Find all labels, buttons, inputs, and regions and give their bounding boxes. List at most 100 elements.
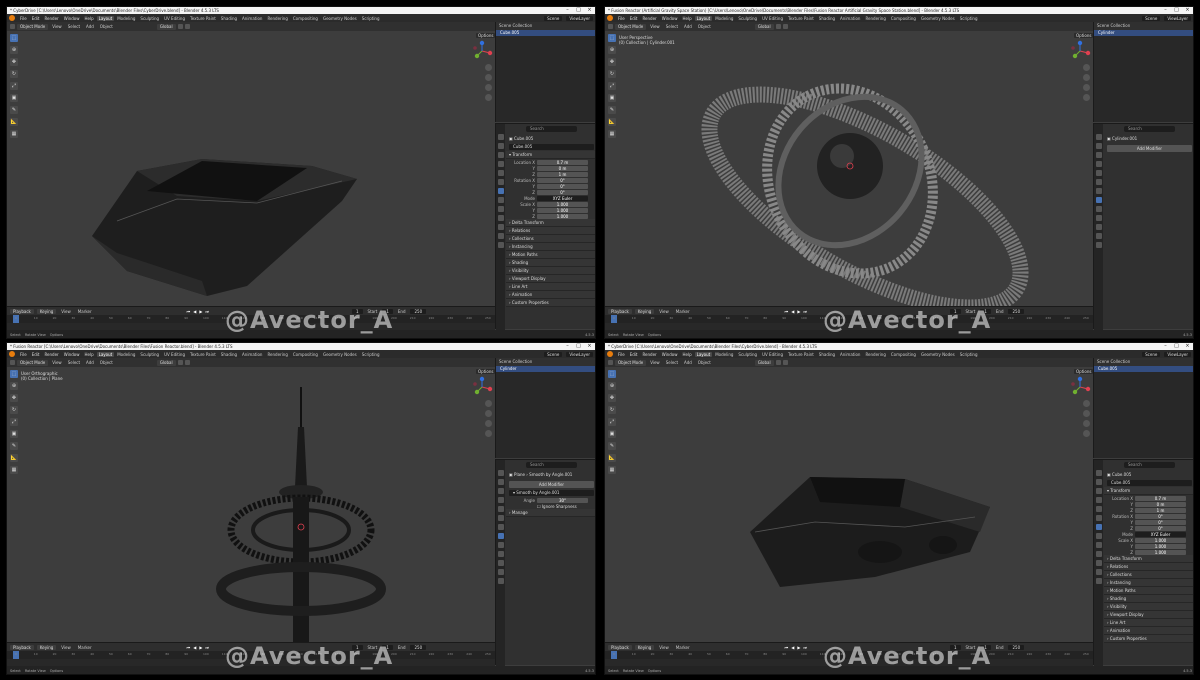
close-icon[interactable]: × (1182, 7, 1193, 14)
pan-icon[interactable] (485, 74, 492, 81)
workspace-tab[interactable]: Animation (240, 352, 264, 357)
scale-y-field[interactable]: 1.000 (537, 207, 588, 213)
play-icon[interactable]: ▶ (797, 645, 800, 650)
object-name-field[interactable]: Cube.005 (1107, 480, 1192, 486)
workspace-tab[interactable]: Animation (838, 352, 862, 357)
pan-icon[interactable] (485, 410, 492, 417)
blender-logo-icon[interactable] (9, 15, 15, 21)
minimize-icon[interactable]: – (1160, 7, 1171, 14)
play-reverse-icon[interactable]: ◀ (791, 309, 794, 314)
maximize-icon[interactable]: □ (1171, 343, 1182, 350)
add-cube-icon[interactable]: ▦ (608, 130, 616, 138)
scale-z-field[interactable]: 1.000 (1135, 549, 1186, 555)
menu-edit[interactable]: Edit (30, 16, 42, 21)
transform-icon[interactable]: ▣ (608, 430, 616, 438)
section-transform[interactable]: ▾ Transform (506, 151, 595, 159)
minimize-icon[interactable]: – (562, 343, 573, 350)
render-tab-icon[interactable] (1095, 479, 1102, 485)
workspace-tab[interactable]: Texture Paint (188, 352, 218, 357)
add-modifier-button[interactable]: Add Modifier (1107, 145, 1192, 152)
rotation-mode-dropdown[interactable]: XYZ Euler (1135, 531, 1186, 537)
section-animation[interactable]: › Animation (506, 291, 595, 299)
timeline-marker-menu[interactable]: Marker (76, 309, 94, 314)
tool-tab-icon[interactable] (1095, 470, 1102, 476)
3d-viewport[interactable] (605, 367, 1093, 642)
workspace-tab[interactable]: Geometry Nodes (919, 352, 957, 357)
keying-menu[interactable]: Keying (634, 308, 655, 314)
playback-menu[interactable]: Playback (10, 644, 34, 650)
workspace-tab[interactable]: Sculpting (736, 16, 759, 21)
workspace-tab[interactable]: Rendering (265, 16, 289, 21)
menu-edit[interactable]: Edit (30, 352, 42, 357)
annotate-icon[interactable]: ✎ (10, 106, 18, 114)
tool-tab-icon[interactable] (497, 134, 504, 140)
render-tab-icon[interactable] (1095, 143, 1102, 149)
workspace-tab[interactable]: Compositing (889, 352, 918, 357)
editor-type-icon[interactable] (10, 360, 15, 365)
section-visibility[interactable]: › Visibility (1104, 603, 1193, 611)
section-collections[interactable]: › Collections (1104, 571, 1193, 579)
section-transform[interactable]: ▾ Transform (1104, 487, 1193, 495)
object-tab-icon[interactable] (1095, 188, 1102, 194)
constraints-tab-icon[interactable] (1095, 224, 1102, 230)
object-tab-icon[interactable] (497, 524, 504, 530)
modifier-tab-icon[interactable] (497, 533, 504, 539)
section-custom-properties[interactable]: › Custom Properties (506, 299, 595, 307)
workspace-tab[interactable]: Sculpting (736, 352, 759, 357)
physics-tab-icon[interactable] (497, 551, 504, 557)
play-icon[interactable]: ▶ (797, 309, 800, 314)
viewlayer-selector[interactable]: ViewLayer (1164, 15, 1191, 21)
workspace-tab[interactable]: UV Editing (162, 16, 187, 21)
scale-icon[interactable]: ⤢ (10, 418, 18, 426)
playback-menu[interactable]: Playback (608, 644, 632, 650)
select-box-icon[interactable]: ⬚ (10, 370, 18, 378)
end-frame-field[interactable]: 250 (1008, 644, 1025, 650)
viewport-menu-object[interactable]: Object (696, 24, 713, 29)
transform-icon[interactable]: ▣ (10, 430, 18, 438)
proportional-edit-icon[interactable] (184, 24, 190, 29)
zoom-icon[interactable] (485, 64, 492, 71)
viewport-menu-view[interactable]: View (50, 24, 64, 29)
menu-window[interactable]: Window (660, 352, 680, 357)
perspective-toggle-icon[interactable] (485, 94, 492, 101)
zoom-icon[interactable] (485, 400, 492, 407)
viewport-menu-add[interactable]: Add (84, 24, 96, 29)
workspace-tab[interactable]: Layout (694, 351, 713, 357)
scene-selector[interactable]: Scene (544, 351, 563, 357)
workspace-tab[interactable]: Scripting (360, 352, 382, 357)
workspace-tab[interactable]: Scripting (958, 16, 980, 21)
section-shading[interactable]: › Shading (506, 259, 595, 267)
menu-help[interactable]: Help (82, 16, 95, 21)
menu-render[interactable]: Render (42, 352, 60, 357)
material-tab-icon[interactable] (1095, 578, 1102, 584)
jump-end-icon[interactable]: ⏭ (205, 645, 209, 650)
measure-icon[interactable]: 📐 (608, 454, 616, 462)
modifier-name-field[interactable]: ▾ Smooth by Angle.001 (509, 490, 594, 496)
mode-dropdown[interactable]: Object Mode (17, 359, 49, 366)
world-tab-icon[interactable] (1095, 515, 1102, 521)
menu-help[interactable]: Help (82, 352, 95, 357)
render-tab-icon[interactable] (497, 143, 504, 149)
menu-file[interactable]: File (18, 352, 29, 357)
orientation-dropdown[interactable]: Global (156, 359, 176, 366)
menu-window[interactable]: Window (62, 16, 82, 21)
location-y-field[interactable]: 0 m (537, 165, 588, 171)
perspective-toggle-icon[interactable] (1083, 94, 1090, 101)
workspace-tab[interactable]: Animation (838, 16, 862, 21)
view-layer-tab-icon[interactable] (497, 497, 504, 503)
camera-view-icon[interactable] (485, 420, 492, 427)
viewport-menu-select[interactable]: Select (664, 360, 680, 365)
menu-help[interactable]: Help (680, 16, 693, 21)
rotate-icon[interactable]: ↻ (10, 406, 18, 414)
zoom-icon[interactable] (1083, 64, 1090, 71)
menu-window[interactable]: Window (62, 352, 82, 357)
properties-search[interactable]: Search (526, 126, 577, 132)
tool-tab-icon[interactable] (1095, 134, 1102, 140)
viewport-menu-object[interactable]: Object (696, 360, 713, 365)
zoom-icon[interactable] (1083, 400, 1090, 407)
ignore-sharpness-checkbox[interactable]: ☐ Ignore Sharpness (537, 504, 577, 509)
view-layer-tab-icon[interactable] (1095, 161, 1102, 167)
play-reverse-icon[interactable]: ◀ (193, 645, 196, 650)
annotate-icon[interactable]: ✎ (608, 442, 616, 450)
section-collections[interactable]: › Collections (506, 235, 595, 243)
